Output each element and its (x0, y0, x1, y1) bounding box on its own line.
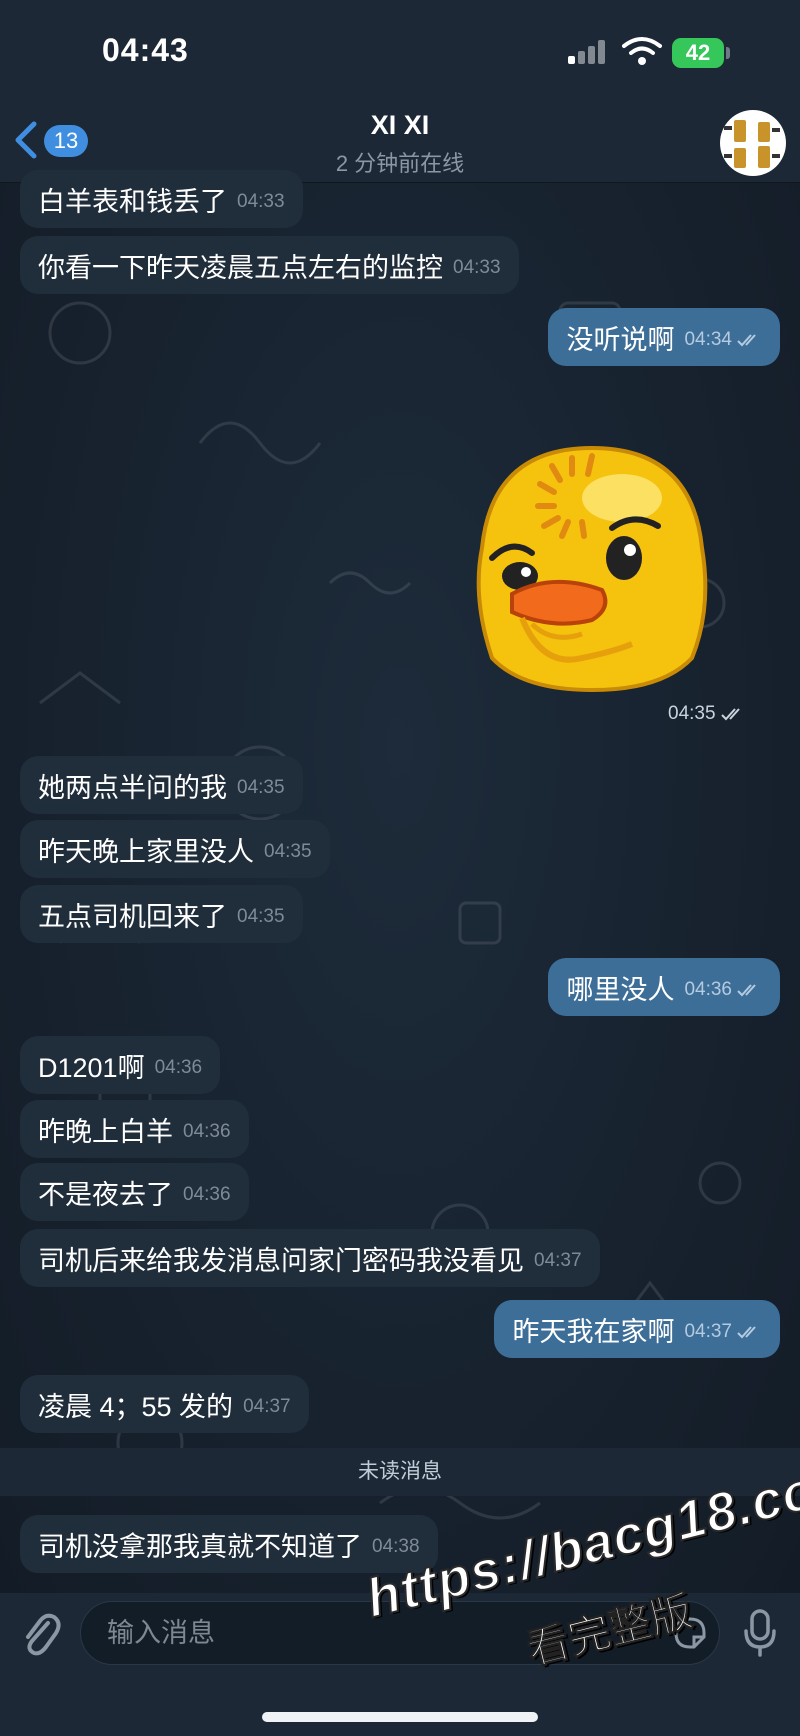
avatar[interactable] (720, 110, 786, 176)
microphone-icon[interactable] (740, 1607, 780, 1659)
status-bar: 04:43 42 (0, 0, 800, 100)
message-text: 五点司机回来了 (38, 901, 227, 932)
status-time: 04:43 (102, 32, 189, 68)
message-time: 04:33 (453, 257, 501, 278)
message-bubble[interactable]: D1201啊 04:36 (20, 1036, 221, 1094)
battery-level: 42 (685, 40, 711, 65)
message-text: 司机后来给我发消息问家门密码我没看见 (38, 1245, 524, 1276)
message-time: 04:35 (668, 703, 716, 724)
message-text: 凌晨 4；55 发的 (38, 1391, 234, 1422)
chevron-left-icon (15, 121, 37, 159)
message-bubble[interactable]: 五点司机回来了 04:35 (20, 885, 303, 943)
wifi-icon (622, 36, 662, 66)
double-check-icon (720, 708, 740, 721)
message-time: 04:36 (183, 1184, 231, 1205)
message-time: 04:38 (372, 1536, 420, 1557)
message-text: 司机没拿那我真就不知道了 (38, 1531, 362, 1562)
chat-title: XI XI (370, 110, 430, 140)
message-time: 04:37 (534, 1250, 582, 1271)
unread-divider: 未读消息 (0, 1448, 800, 1496)
back-button[interactable]: 13 (12, 118, 102, 162)
message-text: 昨晚上白羊 (38, 1116, 173, 1147)
message-bubble[interactable]: 哪里没人 04:36 (548, 958, 780, 1016)
message-bubble[interactable]: 昨天我在家啊 04:37 (494, 1300, 780, 1358)
message-time: 04:35 (237, 777, 285, 798)
message-time: 04:36 (183, 1121, 231, 1142)
message-bubble[interactable]: 她两点半问的我 04:35 (20, 756, 303, 814)
message-bubble[interactable]: 司机后来给我发消息问家门密码我没看见 04:37 (20, 1229, 600, 1287)
message-time: 04:33 (237, 191, 285, 212)
message-text: 不是夜去了 (38, 1179, 173, 1210)
message-text: 哪里没人 (566, 974, 675, 1005)
message-text: 她两点半问的我 (38, 772, 227, 803)
message-bubble[interactable]: 凌晨 4；55 发的 04:37 (20, 1375, 309, 1433)
message-time: 04:35 (237, 906, 285, 927)
message-text: 白羊表和钱丢了 (38, 186, 227, 217)
paperclip-icon[interactable] (18, 1609, 62, 1657)
message-bubble[interactable]: 司机没拿那我真就不知道了 04:38 (20, 1515, 438, 1573)
message-bubble[interactable]: 昨晚上白羊 04:36 (20, 1100, 249, 1158)
message-text: D1201啊 (38, 1052, 145, 1083)
message-text: 你看一下昨天凌晨五点左右的监控 (38, 252, 443, 283)
message-bubble[interactable]: 没听说啊 04:34 (548, 308, 780, 366)
message-bubble[interactable]: 白羊表和钱丢了 04:33 (20, 170, 303, 228)
message-time: 04:36 (154, 1057, 203, 1078)
home-indicator (262, 1712, 538, 1722)
message-bubble[interactable]: 不是夜去了 04:36 (20, 1163, 249, 1221)
message-time: 04:37 (243, 1396, 291, 1417)
message-text: 昨天晚上家里没人 (38, 836, 254, 867)
message-time: 04:34 (684, 329, 732, 350)
message-text: 昨天我在家啊 (512, 1316, 675, 1347)
battery-tip (726, 47, 730, 59)
double-check-icon (737, 334, 756, 347)
sticker-timestamp: 04:35 (668, 703, 746, 725)
message-time: 04:37 (684, 1321, 732, 1342)
message-bubble[interactable]: 昨天晚上家里没人 04:35 (20, 820, 330, 878)
message-time: 04:36 (684, 979, 732, 1000)
message-time: 04:35 (264, 841, 312, 862)
message-text: 没听说啊 (566, 324, 675, 355)
thinking-duck-sticker[interactable] (462, 408, 722, 700)
double-check-icon (737, 1326, 756, 1339)
unread-count-badge: 13 (44, 125, 88, 157)
battery-charging-icon: 42 (672, 38, 724, 68)
double-check-icon (737, 984, 756, 997)
cellular-signal-icon (568, 40, 608, 64)
message-bubble[interactable]: 你看一下昨天凌晨五点左右的监控 04:33 (20, 236, 519, 294)
